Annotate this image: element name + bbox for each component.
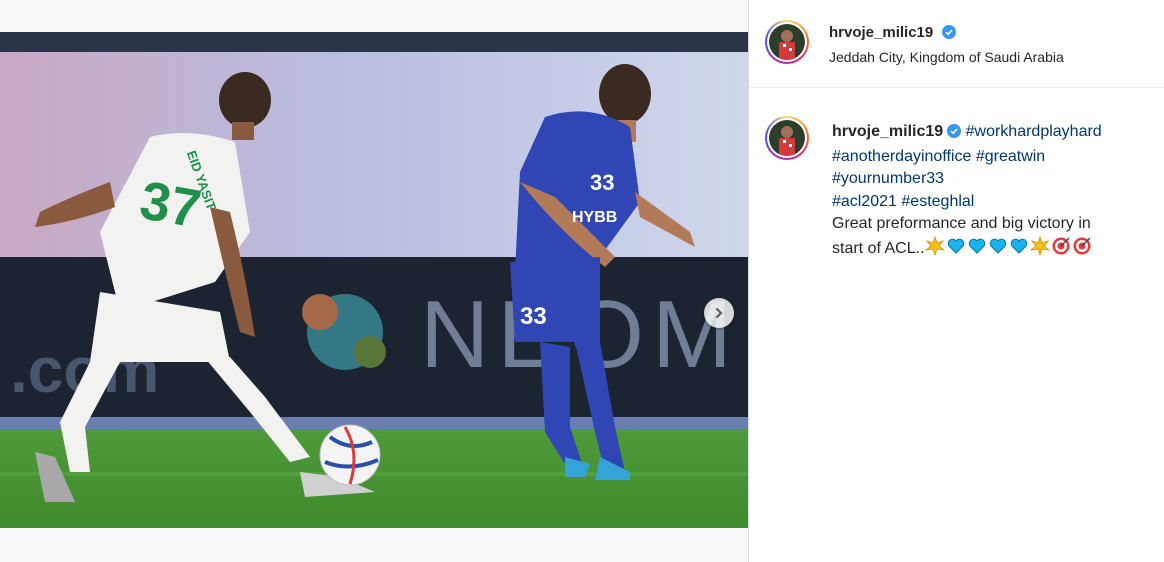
carousel-next-button[interactable]	[704, 298, 734, 328]
blue-heart-icon	[946, 236, 966, 264]
hashtag-esteghlal[interactable]: #esteghlal	[901, 193, 974, 210]
player-blue-shorts-number: 33	[520, 303, 547, 330]
hashtag-workhardplayhard[interactable]: #workhardplayhard	[966, 123, 1102, 140]
caption-text-line2: start of ACL..	[832, 239, 925, 257]
blue-heart-icon	[1009, 236, 1029, 264]
post-username[interactable]: hrvoje_milic19	[829, 24, 933, 41]
post-location[interactable]: Jeddah City, Kingdom of Saudi Arabia	[829, 49, 1064, 65]
hashtag-yournumber33[interactable]: #yournumber33	[832, 170, 944, 187]
caption-username[interactable]: hrvoje_milic19	[832, 123, 943, 140]
player-blue-sponsor: HYBB	[572, 209, 617, 226]
target-emoji-icon	[1051, 236, 1071, 264]
player-blue-number: 33	[590, 170, 614, 195]
target-emoji-icon	[1072, 236, 1092, 264]
post-caption: hrvoje_milic19 #workhardplayhard #anothe…	[832, 121, 1132, 263]
post-photo[interactable]: .com NEOM	[0, 32, 748, 528]
burst-emoji-icon	[1030, 235, 1051, 264]
burst-emoji-icon	[925, 235, 946, 264]
media-pane: .com NEOM	[0, 0, 748, 562]
caption-verified-badge-icon	[947, 123, 962, 146]
verified-badge-icon	[941, 25, 956, 44]
hashtag-greatwin[interactable]: #greatwin	[976, 148, 1045, 165]
chevron-right-icon	[713, 307, 725, 319]
post-header: hrvoje_milic19 Jeddah City, Kingdom of S…	[749, 0, 1164, 88]
hashtag-anotherdayinoffice[interactable]: #anotherdayinoffice	[832, 148, 971, 165]
caption-emojis	[924, 235, 1092, 257]
caption-avatar[interactable]	[765, 116, 809, 160]
hashtag-acl2021[interactable]: #acl2021	[832, 193, 897, 210]
avatar[interactable]	[765, 20, 809, 64]
blue-heart-icon	[988, 236, 1008, 264]
blue-heart-icon	[967, 236, 987, 264]
ball	[319, 424, 381, 486]
caption-text-line1: Great preformance and big victory in	[832, 215, 1091, 232]
post-sidebar: hrvoje_milic19 Jeddah City, Kingdom of S…	[749, 0, 1164, 562]
